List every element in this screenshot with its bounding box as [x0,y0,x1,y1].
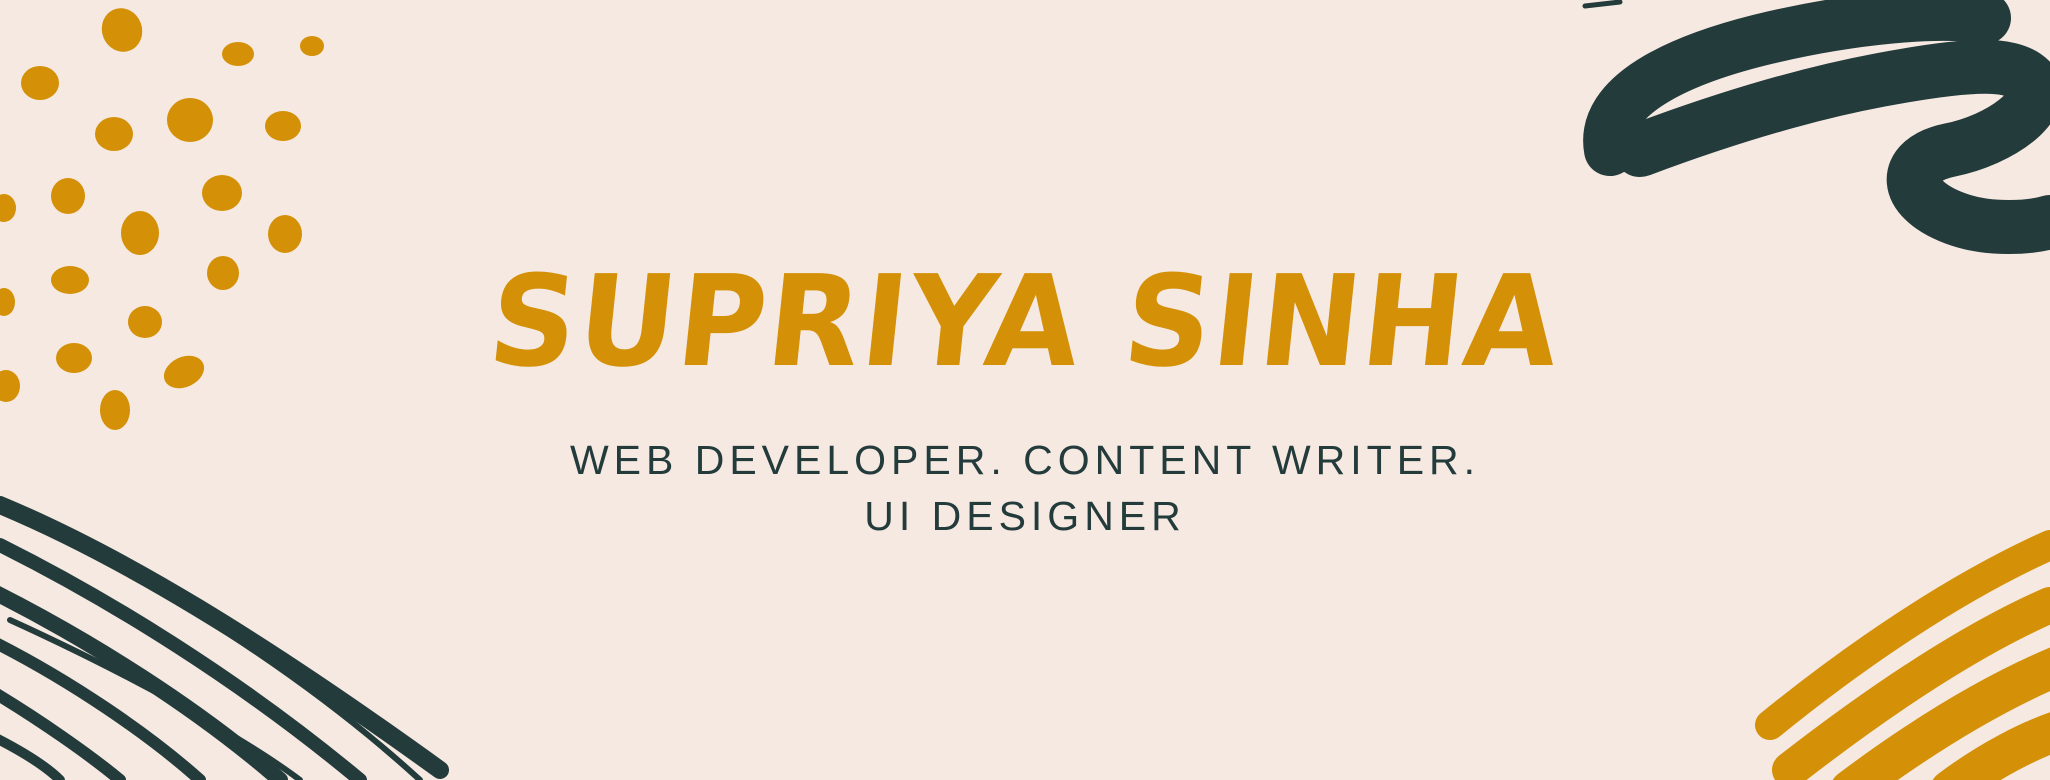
brush-lines-bottom-left [0,496,449,780]
brush-squiggle-top-right [1582,0,2050,254]
brush-strokes-bottom-right [1755,530,2050,780]
page-title: SUPRIYA SINHA [482,249,1568,396]
tagline: WEB DEVELOPER. CONTENT WRITER. UI DESIGN… [0,432,2050,544]
tagline-line-1: WEB DEVELOPER. CONTENT WRITER. [569,437,1481,483]
tagline-line-2: UI DESIGNER [864,493,1186,539]
